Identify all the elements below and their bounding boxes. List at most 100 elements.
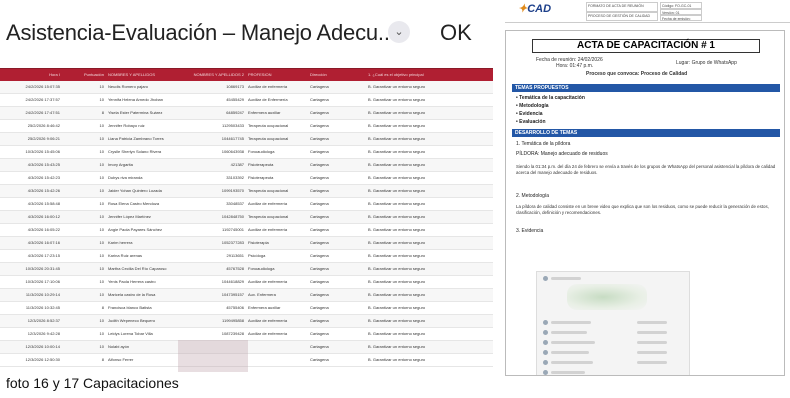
table-cell[interactable]: Terapeuta ocupacional [246, 133, 308, 145]
table-cell[interactable]: 10/3/2026 17:10:06 [0, 276, 62, 288]
table-cell[interactable]: Angie Paola Payares Sánchez [106, 224, 178, 236]
table-cell[interactable]: Cartagena [308, 276, 366, 288]
table-cell[interactable]: B. Garantizar un entorno seguro [366, 276, 493, 288]
table-cell[interactable]: 10 [62, 172, 106, 184]
table-cell[interactable]: Auxiliar de enfermería [246, 81, 308, 93]
table-cell[interactable]: Cartagena [308, 107, 366, 119]
table-cell[interactable]: 4/3/2026 16:07:16 [0, 237, 62, 249]
table-cell[interactable]: Terapeuta ocupacional [246, 120, 308, 132]
table-cell[interactable]: 12/3/2026 12:50:30 [0, 354, 62, 366]
table-cell[interactable]: Cartagena [308, 224, 366, 236]
table-cell[interactable]: 10 [62, 289, 106, 301]
table-cell[interactable]: Auxiliar de enfermería [246, 276, 308, 288]
column-header[interactable]: NOMBRES Y APELLIDOS 2 [178, 69, 246, 81]
table-cell[interactable]: 29113651 [178, 250, 246, 262]
table-cell[interactable]: 33048537 [178, 198, 246, 210]
table-cell[interactable]: 12/3/2026 10:00:14 [0, 341, 62, 353]
table-cell[interactable]: Terapeuta ocupacional [246, 211, 308, 223]
table-cell[interactable]: Cartagena [308, 302, 366, 314]
table-cell[interactable]: 10 [62, 276, 106, 288]
table-cell[interactable]: Cartagena [308, 81, 366, 93]
table-cell[interactable]: 12/3/2026 8:52:37 [0, 315, 62, 327]
table-row[interactable]: 4/3/2026 15:42:23 10 Dubys riva miranda 331… [0, 172, 493, 185]
table-row[interactable]: 12/3/2026 8:52:37 10 Judith Wepeneco Beque… [0, 315, 493, 328]
table-cell[interactable]: 10 [62, 250, 106, 262]
table-cell[interactable]: 1060643938 [178, 146, 246, 158]
table-cell[interactable]: Yennifa Helena Arnedo Jhoban [106, 94, 178, 106]
table-cell[interactable]: Karina Ruiz arenas [106, 250, 178, 262]
table-cell[interactable]: B. Garantizar un entorno seguro [366, 107, 493, 119]
table-cell[interactable]: Enfermera auxiliar [246, 302, 308, 314]
table-cell[interactable]: 4/3/2026 15:58:48 [0, 198, 62, 210]
table-cell[interactable]: B. Garantizar un entorno seguro [366, 289, 493, 301]
table-cell[interactable]: Nolabi ayón [106, 341, 178, 353]
table-cell[interactable]: Cartagena [308, 315, 366, 327]
table-cell[interactable]: 10 [62, 211, 106, 223]
table-cell[interactable]: Cartagena [308, 328, 366, 340]
table-cell[interactable]: 33103392 [178, 172, 246, 184]
table-row[interactable]: 24/2/2026 15:07:35 10 Neudis Romero pajaro… [0, 81, 493, 94]
table-cell[interactable]: B. Garantizar un entorno seguro [366, 341, 493, 353]
table-cell[interactable]: Fisioterapia [246, 237, 308, 249]
table-cell[interactable]: 24/2/2026 17:37:57 [0, 94, 62, 106]
table-cell[interactable]: B. Garantizar un entorno seguro [366, 133, 493, 145]
table-row[interactable]: 4/3/2026 16:00:12 10 Jennifer López Martín… [0, 211, 493, 224]
table-cell[interactable]: 10 [62, 185, 106, 197]
table-cell[interactable]: Dubys riva miranda [106, 172, 178, 184]
table-cell[interactable]: B. Garantizar un entorno seguro [366, 328, 493, 340]
table-cell[interactable]: 4/3/2026 17:23:15 [0, 250, 62, 262]
table-cell[interactable]: 10 [62, 341, 106, 353]
table-cell[interactable]: 4/3/2026 16:00:12 [0, 211, 62, 223]
table-row[interactable]: 10/3/2026 17:10:06 10 Yenis Paola Herrera … [0, 276, 493, 289]
table-row[interactable]: 4/3/2026 15:42:26 10 Jaider Yohan Quintero… [0, 185, 493, 198]
table-cell[interactable]: Judith Wepeneco Bequero [106, 315, 178, 327]
column-header[interactable]: PROFESION [246, 69, 308, 81]
table-cell[interactable]: 10869173 [178, 81, 246, 93]
table-cell[interactable]: B. Garantizar un entorno seguro [366, 211, 493, 223]
table-cell[interactable]: Terapeuta ocupacional [246, 185, 308, 197]
table-cell[interactable]: Auxiliar de enfermería [246, 224, 308, 236]
table-cell[interactable]: Cartagena [308, 354, 366, 366]
table-cell[interactable]: Jennifer Robayo ruiz [106, 120, 178, 132]
table-cell[interactable]: B. Garantizar un entorno seguro [366, 81, 493, 93]
table-cell[interactable]: 45455429 [178, 94, 246, 106]
table-cell[interactable]: 1042848750 [178, 211, 246, 223]
table-cell[interactable]: 8 [62, 107, 106, 119]
table-cell[interactable]: Cartagena [308, 159, 366, 171]
table-cell[interactable]: 10/3/2026 15:45:06 [0, 146, 62, 158]
table-cell[interactable]: Cartagena [308, 172, 366, 184]
table-cell[interactable]: 10 [62, 198, 106, 210]
table-cell[interactable]: B. Garantizar un entorno seguro [366, 315, 493, 327]
table-cell[interactable]: Auxiliar de enfermería [246, 198, 308, 210]
table-cell[interactable]: 1129503433 [178, 120, 246, 132]
table-cell[interactable]: Cartagena [308, 263, 366, 275]
table-cell[interactable]: Fonoaudiologa [246, 263, 308, 275]
table-cell[interactable]: Cartagena [308, 237, 366, 249]
table-cell[interactable]: Neudis Romero pajaro [106, 81, 178, 93]
table-cell[interactable]: 10 [62, 315, 106, 327]
table-cell[interactable]: 8 [62, 302, 106, 314]
table-cell[interactable]: Aux. Enfermera [246, 289, 308, 301]
table-cell[interactable]: Maricela castro de la Rosa [106, 289, 178, 301]
table-cell[interactable]: Fisioterapeuta [246, 159, 308, 171]
chevron-down-icon[interactable]: ⌄ [388, 21, 410, 43]
table-row[interactable]: 24/2/2026 17:37:57 10 Yennifa Helena Arned… [0, 94, 493, 107]
table-cell[interactable]: B. Garantizar un entorno seguro [366, 120, 493, 132]
table-row[interactable]: 4/3/2026 17:23:15 10 Karina Ruiz arenas 291… [0, 250, 493, 263]
table-cell[interactable]: Cartagena [308, 198, 366, 210]
table-cell[interactable]: 24/2/2026 15:07:35 [0, 81, 62, 93]
table-cell[interactable]: Cartagena [308, 289, 366, 301]
table-cell[interactable]: Cartagena [308, 341, 366, 353]
table-cell[interactable]: Yenis Paola Herrera castro [106, 276, 178, 288]
table-cell[interactable]: 24/2/2026 17:47:51 [0, 107, 62, 119]
table-cell[interactable]: 45755406 [178, 302, 246, 314]
table-row[interactable]: 4/3/2026 16:05:22 10 Angie Paola Payares S… [0, 224, 493, 237]
table-row[interactable]: 25/2/2026 8:46:42 10 Jennifer Robayo ruiz 1… [0, 120, 493, 133]
table-cell[interactable]: 4/3/2026 15:42:26 [0, 185, 62, 197]
table-cell[interactable]: 12/3/2026 9:42:28 [0, 328, 62, 340]
table-cell[interactable]: B. Garantizar un entorno seguro [366, 198, 493, 210]
table-cell[interactable]: Leidys Lorena Tobar Villa [106, 328, 178, 340]
table-cell[interactable]: 11/3/2026 10:29:14 [0, 289, 62, 301]
table-cell[interactable]: B. Garantizar un entorno seguro [366, 354, 493, 366]
ok-button[interactable]: OK [440, 20, 472, 46]
